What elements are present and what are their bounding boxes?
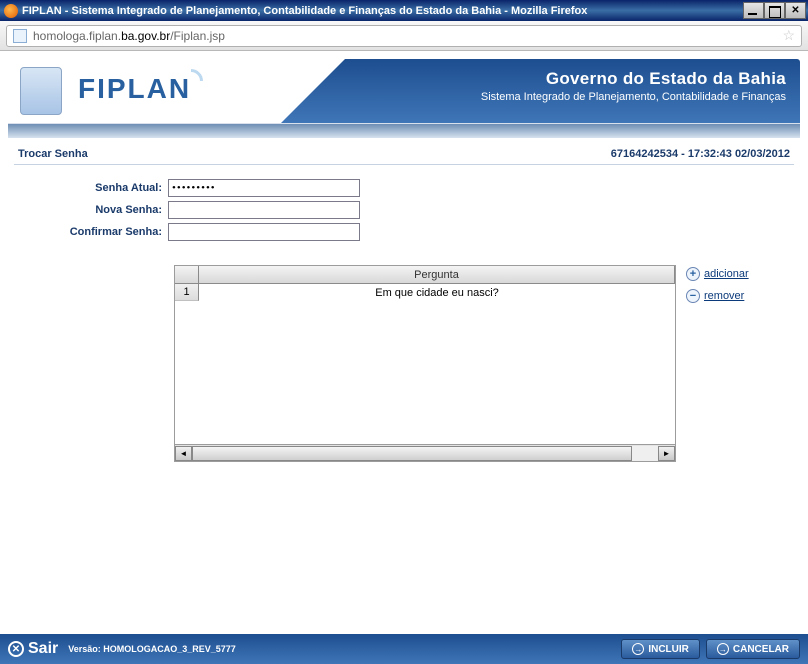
window-title: FIPLAN - Sistema Integrado de Planejamen… <box>22 5 743 17</box>
url-text: homologa.fiplan.ba.gov.br/Fiplan.jsp <box>33 29 225 43</box>
exit-icon: ✕ <box>8 641 24 657</box>
arrow-right-icon: → <box>717 643 729 655</box>
panel-title: Trocar Senha <box>18 148 88 160</box>
browser-address-bar: homologa.fiplan.ba.gov.br/Fiplan.jsp ☆ <box>0 21 808 51</box>
url-input[interactable]: homologa.fiplan.ba.gov.br/Fiplan.jsp ☆ <box>6 25 802 47</box>
panel-divider <box>14 164 794 165</box>
header-gradient <box>8 124 800 138</box>
remove-question-link[interactable]: − remover <box>686 289 749 303</box>
scroll-thumb[interactable] <box>192 446 632 461</box>
state-seal-icon <box>20 67 62 115</box>
gov-title: Governo do Estado da Bahia <box>481 69 786 89</box>
fiplan-logo: FIPLAN <box>78 73 203 105</box>
cancel-button[interactable]: → CANCELAR <box>706 639 800 659</box>
current-password-input[interactable] <box>168 179 360 197</box>
confirm-password-input[interactable] <box>168 223 360 241</box>
sair-label: Sair <box>28 640 58 658</box>
url-host: ba.gov.br <box>121 29 170 43</box>
questions-grid: Pergunta 1 Em que cidade eu nasci? ◄ ► <box>174 265 676 462</box>
fiplan-logo-text: FIPLAN <box>78 73 191 105</box>
session-info: 67164242534 - 17:32:43 02/03/2012 <box>611 148 790 160</box>
include-label: INCLUIR <box>648 644 689 655</box>
minus-icon: − <box>686 289 700 303</box>
grid-header-num <box>175 266 199 283</box>
bookmark-star-icon[interactable]: ☆ <box>782 27 795 44</box>
plus-icon: + <box>686 267 700 281</box>
gov-subtitle: Sistema Integrado de Planejamento, Conta… <box>481 91 786 103</box>
new-password-input[interactable] <box>168 201 360 219</box>
version-label: Versão: HOMOLOGACAO_3_REV_5777 <box>68 644 236 654</box>
bottom-bar: ✕ Sair Versão: HOMOLOGACAO_3_REV_5777 → … <box>0 634 808 664</box>
include-button[interactable]: → INCLUIR <box>621 639 700 659</box>
page-icon <box>13 29 27 43</box>
firefox-icon <box>4 4 18 18</box>
horizontal-scrollbar[interactable]: ◄ ► <box>175 444 675 461</box>
sair-button[interactable]: ✕ Sair <box>8 640 58 658</box>
add-link-text[interactable]: adicionar <box>704 268 749 280</box>
grid-body: 1 Em que cidade eu nasci? <box>175 284 675 444</box>
row-question: Em que cidade eu nasci? <box>199 284 675 301</box>
window-maximize-button[interactable] <box>764 2 785 19</box>
confirm-password-label: Confirmar Senha: <box>14 226 168 238</box>
app-header: FIPLAN Governo do Estado da Bahia Sistem… <box>8 59 800 124</box>
table-row[interactable]: 1 Em que cidade eu nasci? <box>175 284 675 301</box>
scroll-right-icon[interactable]: ► <box>658 446 675 461</box>
content-panel: Trocar Senha 67164242534 - 17:32:43 02/0… <box>8 138 800 618</box>
cancel-label: CANCELAR <box>733 644 789 655</box>
browser-titlebar: FIPLAN - Sistema Integrado de Planejamen… <box>0 0 808 21</box>
url-pre: homologa.fiplan. <box>33 29 121 43</box>
grid-header-question: Pergunta <box>199 266 675 283</box>
window-close-button[interactable] <box>785 2 806 19</box>
arrow-right-icon: → <box>632 643 644 655</box>
current-password-label: Senha Atual: <box>14 182 168 194</box>
url-path: /Fiplan.jsp <box>170 29 225 43</box>
add-question-link[interactable]: + adicionar <box>686 267 749 281</box>
row-number: 1 <box>175 284 199 301</box>
new-password-label: Nova Senha: <box>14 204 168 216</box>
scroll-left-icon[interactable]: ◄ <box>175 446 192 461</box>
scroll-track[interactable] <box>192 446 658 461</box>
window-minimize-button[interactable] <box>743 2 764 19</box>
remove-link-text[interactable]: remover <box>704 290 744 302</box>
